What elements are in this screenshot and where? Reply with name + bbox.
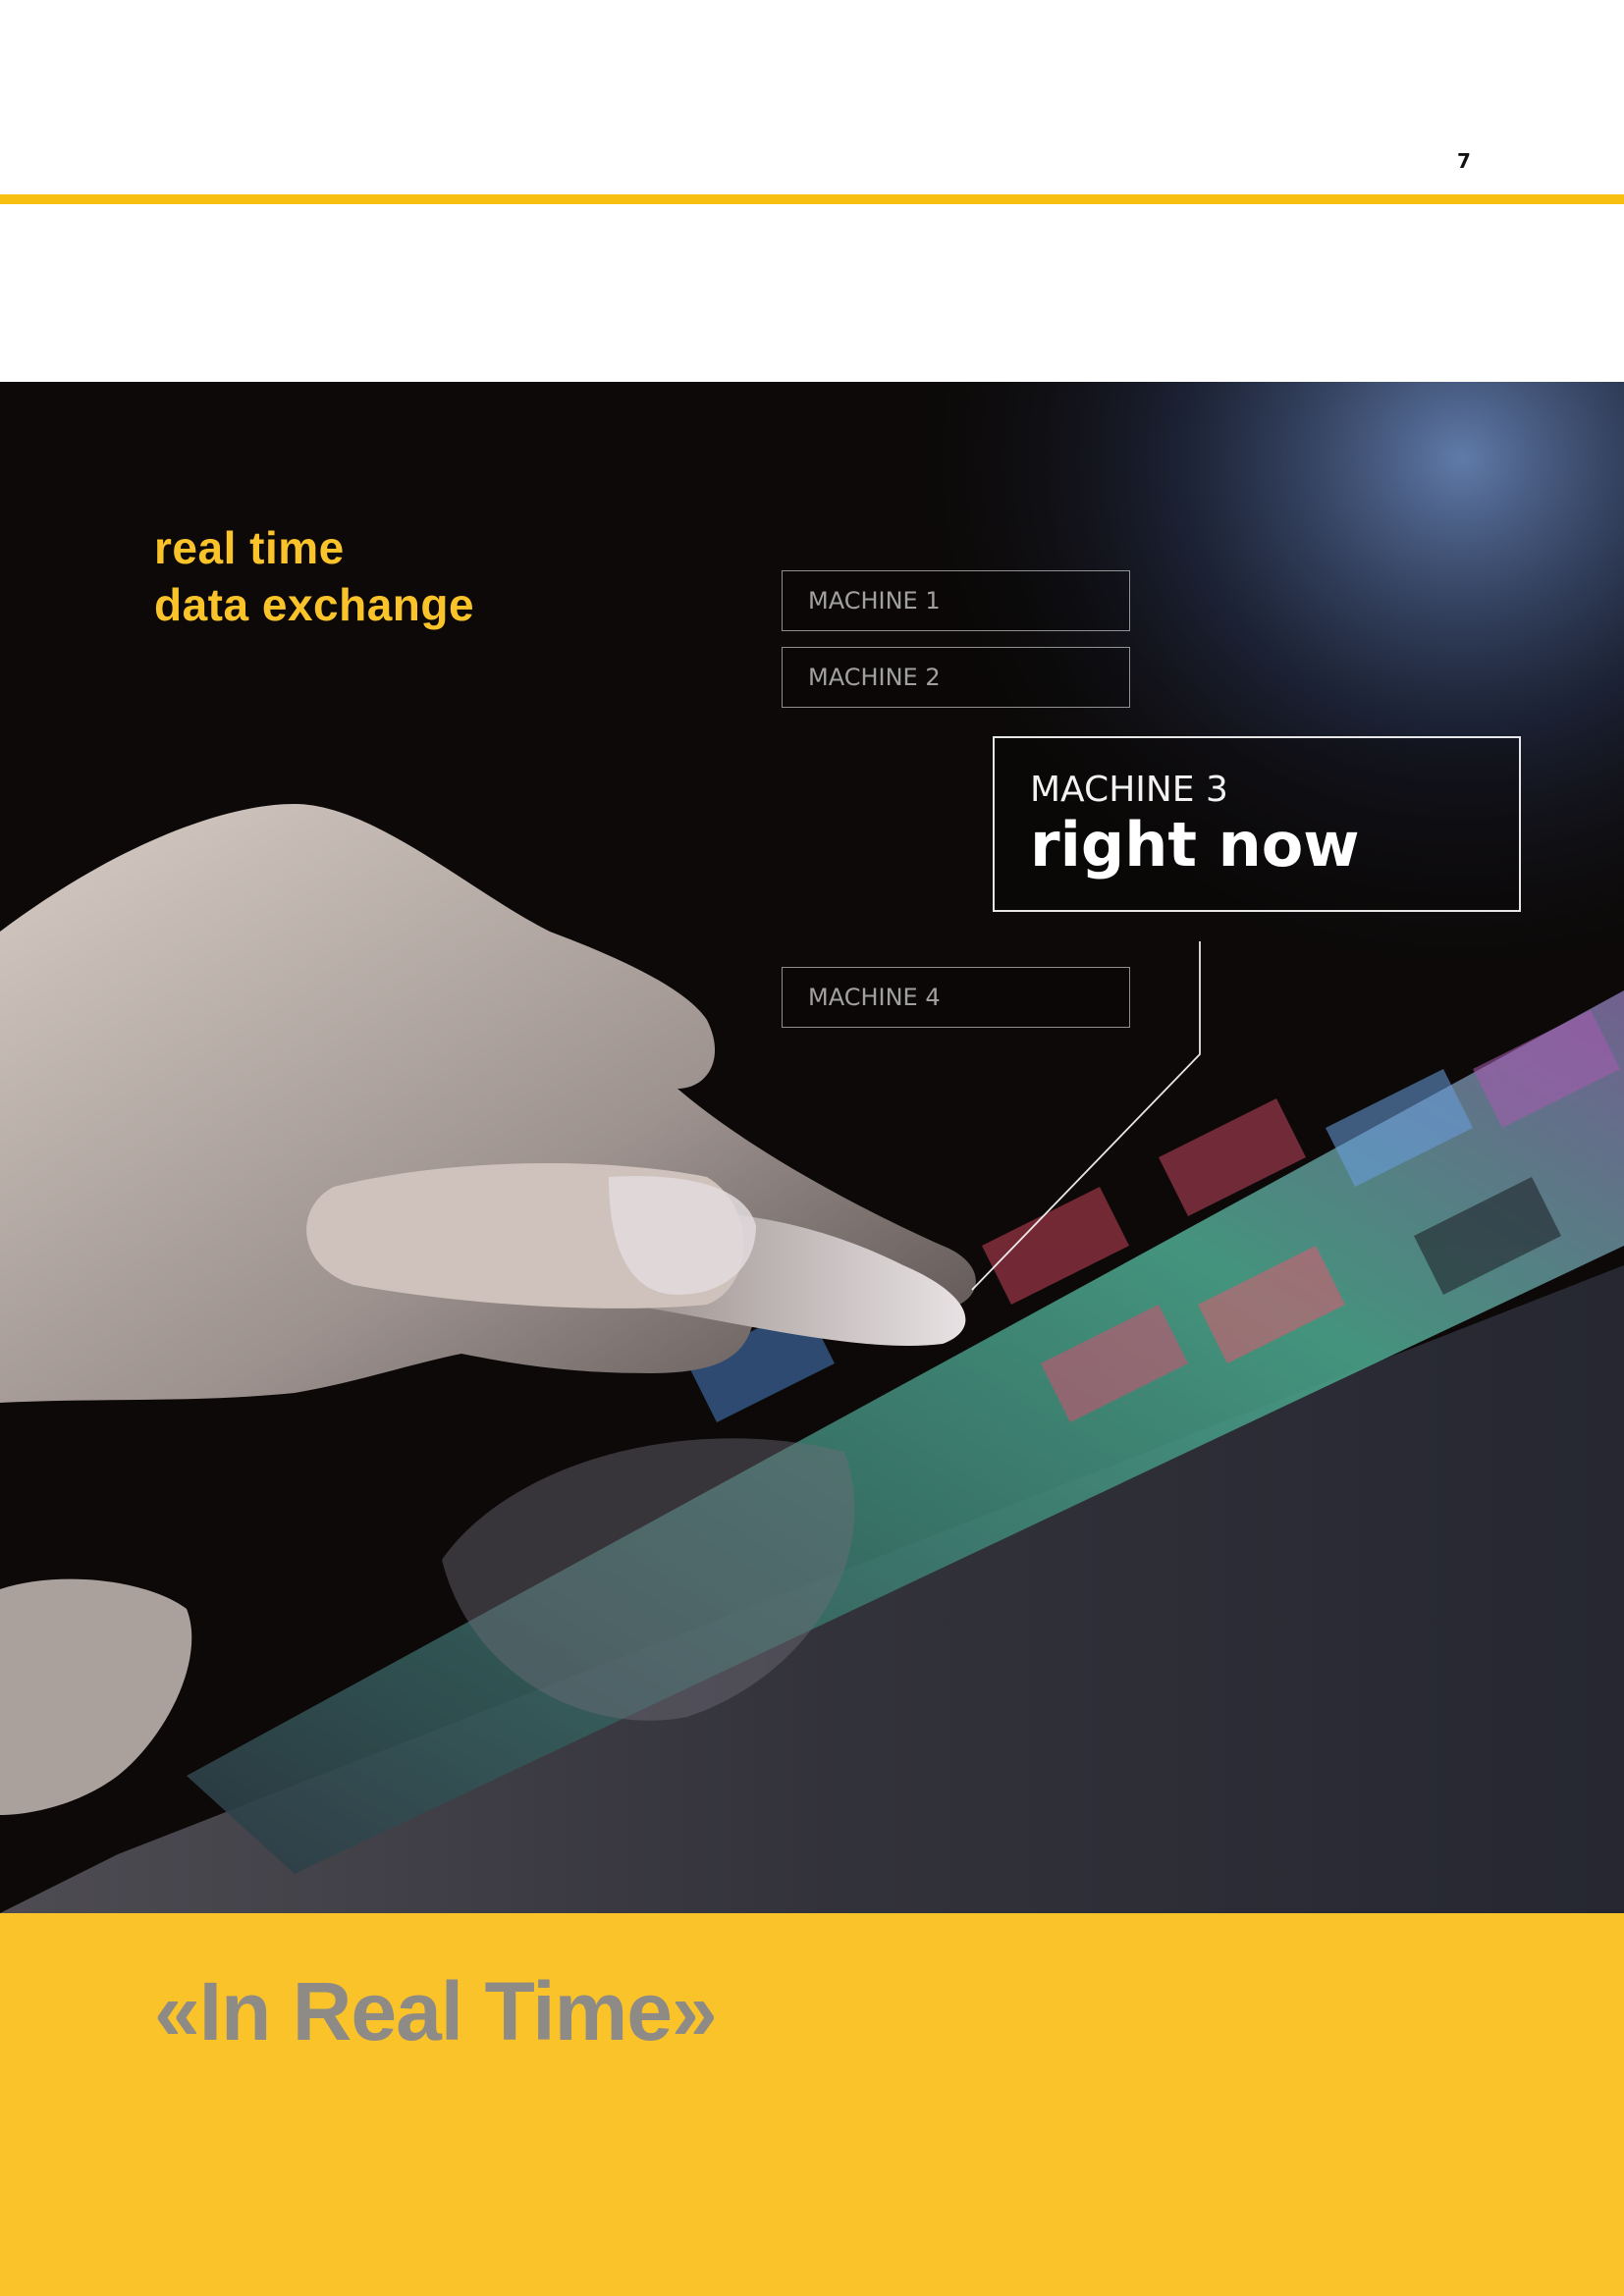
hero-photo: real time data exchange MACHINE 1 MACHIN… bbox=[0, 382, 1624, 1913]
quote-heading: «In Real Time» bbox=[154, 1965, 718, 2057]
machine-1-box: MACHINE 1 bbox=[782, 570, 1130, 631]
machine-4-box: MACHINE 4 bbox=[782, 967, 1130, 1028]
machine-3-status: right now bbox=[1030, 809, 1360, 881]
machine-3-label: MACHINE 3 bbox=[1030, 770, 1228, 810]
page-number: 7 bbox=[1457, 149, 1471, 173]
machine-2-label: MACHINE 2 bbox=[808, 664, 941, 691]
machine-2-box: MACHINE 2 bbox=[782, 647, 1130, 708]
header-rule bbox=[0, 194, 1624, 204]
hero-headline-line1: real time bbox=[154, 522, 345, 573]
machine-3-box: MACHINE 3 right now bbox=[993, 736, 1521, 912]
hero-headline-line2: data exchange bbox=[154, 579, 475, 630]
machine-4-label: MACHINE 4 bbox=[808, 984, 941, 1011]
hero-headline: real time data exchange bbox=[154, 519, 474, 633]
machine-1-label: MACHINE 1 bbox=[808, 587, 941, 614]
quote-band: «In Real Time» bbox=[0, 1913, 1624, 2296]
